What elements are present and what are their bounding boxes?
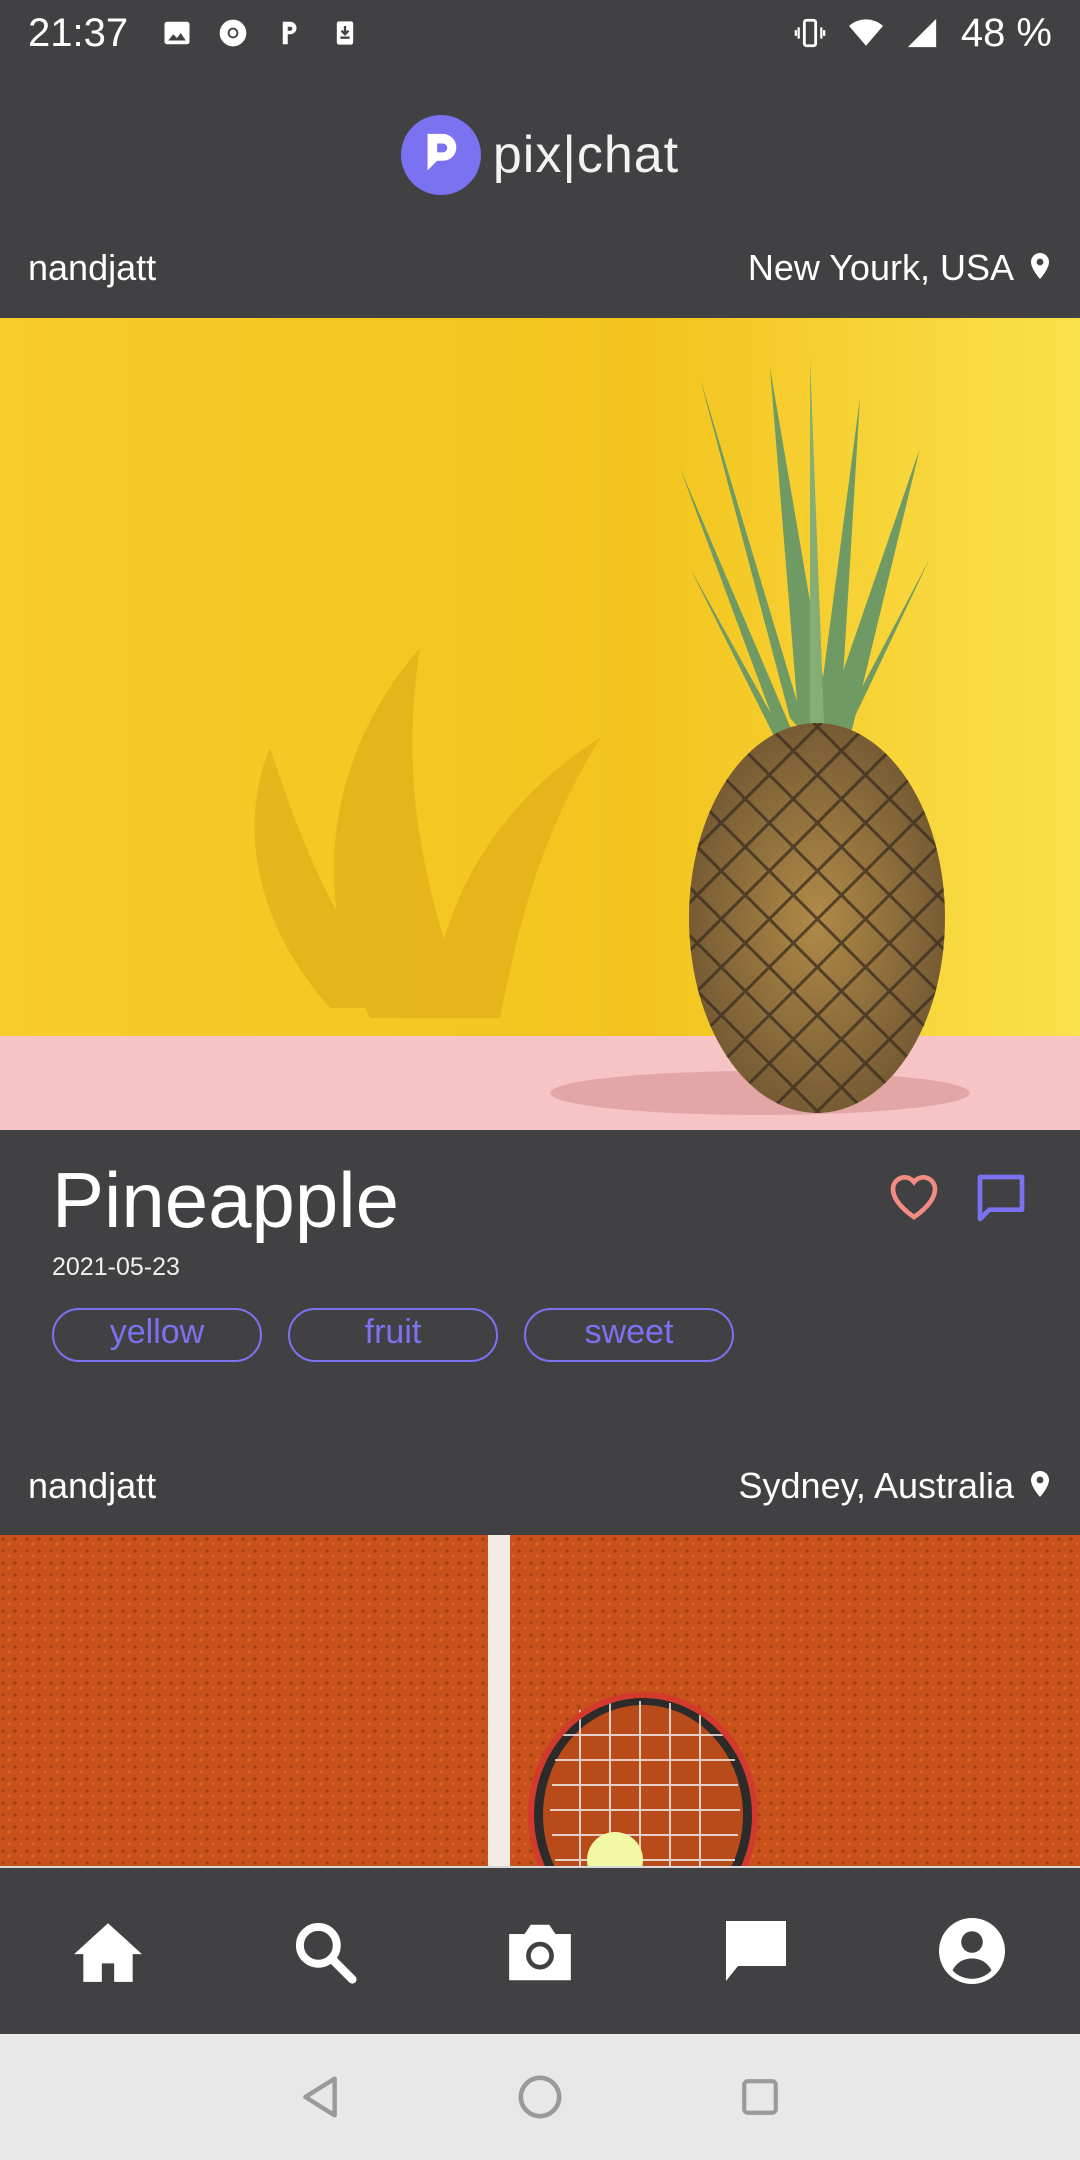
wifi-icon	[848, 16, 883, 50]
home-circle-icon[interactable]	[510, 2067, 570, 2127]
logo-icon	[400, 115, 481, 195]
post-location[interactable]: Sydney, Australia	[739, 1465, 1052, 1507]
camera-icon[interactable]	[480, 1891, 600, 2011]
status-time: 21:37	[28, 10, 129, 55]
post-username[interactable]: nandjatt	[28, 247, 156, 289]
location-pin-icon	[1031, 253, 1049, 279]
post-photo[interactable]	[0, 318, 1080, 1130]
post-username[interactable]: nandjatt	[28, 1465, 156, 1507]
post-photo[interactable]	[0, 1535, 1080, 1866]
parking-icon	[272, 16, 306, 50]
post-header: nandjatt Sydney, Australia	[0, 1446, 1080, 1526]
chrome-icon	[216, 16, 250, 50]
search-icon[interactable]	[264, 1891, 384, 2011]
post-actions	[886, 1170, 1030, 1231]
tag-fruit[interactable]: fruit	[288, 1308, 498, 1362]
system-navigation	[0, 2034, 1080, 2160]
signal-icon	[905, 16, 939, 50]
post-date: 2021-05-23	[52, 1253, 180, 1281]
tag-yellow[interactable]: yellow	[52, 1308, 262, 1362]
post-location[interactable]: New Yourk, USA	[748, 247, 1052, 289]
chat-icon[interactable]	[696, 1891, 816, 2011]
location-label: New Yourk, USA	[747, 247, 1014, 288]
app-header: pix|chat	[0, 100, 1080, 210]
comment-icon[interactable]	[972, 1170, 1030, 1231]
app-screen: 21:37 48 % pix|chat nandjatt New Yourk, …	[0, 0, 1080, 2160]
status-bar: 21:37 48 %	[0, 0, 1080, 66]
battery-level: 48 %	[960, 10, 1052, 55]
back-icon[interactable]	[290, 2067, 350, 2127]
vibrate-icon	[793, 16, 827, 50]
download-icon	[328, 16, 362, 50]
post-title: Pineapple	[52, 1156, 399, 1244]
like-icon[interactable]	[886, 1170, 942, 1231]
app-name: pix|chat	[492, 126, 680, 184]
image-icon	[160, 16, 194, 50]
profile-icon[interactable]	[912, 1891, 1032, 2011]
location-label: Sydney, Australia	[738, 1465, 1014, 1506]
post-info: Pineapple 2021-05-23 yellow fruit sweet	[0, 1130, 1080, 1380]
home-icon[interactable]	[48, 1891, 168, 2011]
recents-icon[interactable]	[730, 2067, 790, 2127]
bottom-navigation	[0, 1866, 1080, 2034]
location-pin-icon	[1031, 1471, 1049, 1497]
post-header: nandjatt New Yourk, USA	[0, 228, 1080, 308]
tag-sweet[interactable]: sweet	[524, 1308, 734, 1362]
tag-list: yellow fruit sweet	[52, 1308, 734, 1362]
